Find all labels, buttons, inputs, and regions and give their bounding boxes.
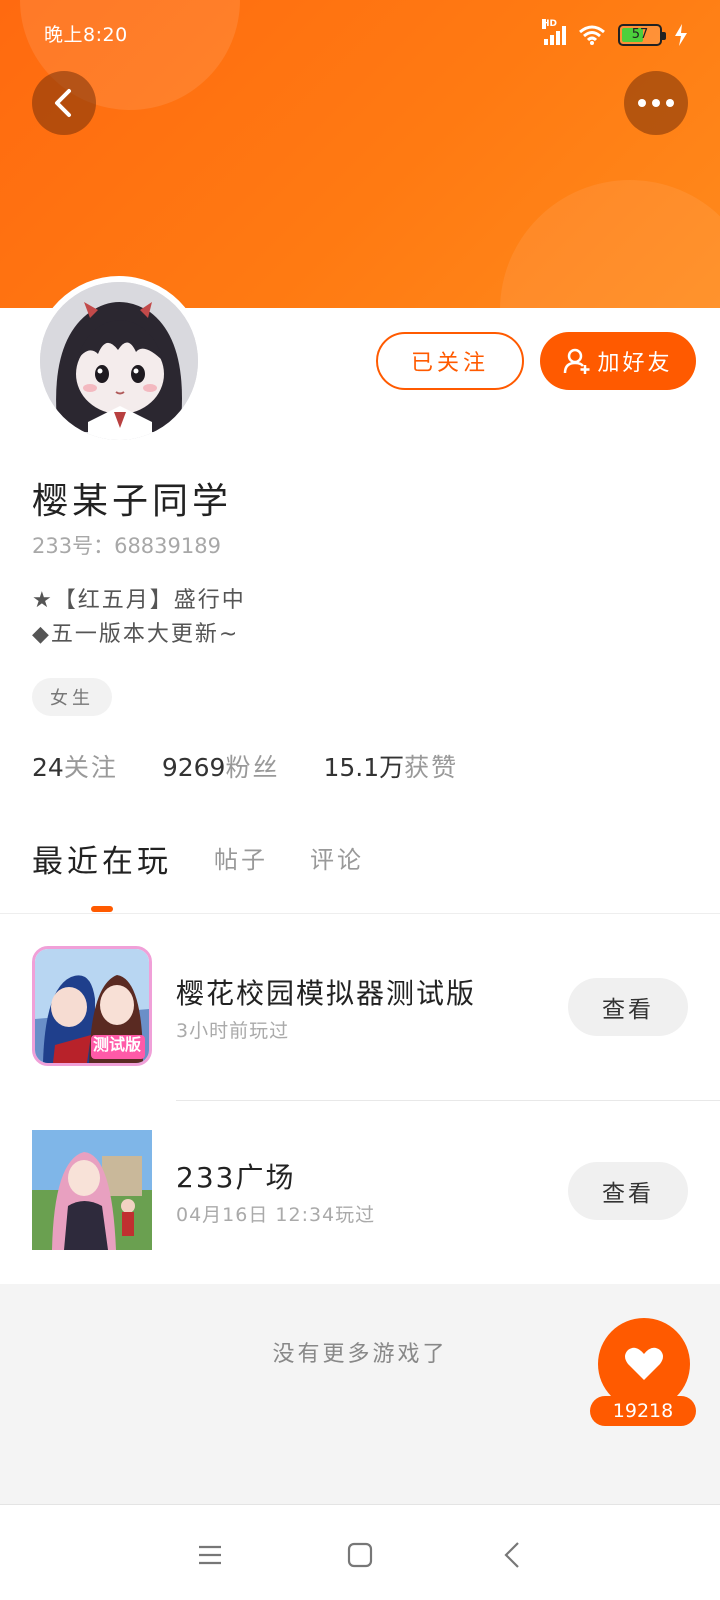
game-last-played: 04月16日 12:34玩过 bbox=[176, 1204, 376, 1226]
network-type: HD bbox=[542, 19, 558, 29]
signal-icon: HD bbox=[542, 19, 566, 45]
system-nav-bar bbox=[0, 1504, 720, 1600]
stat-fans[interactable]: 9269粉丝 bbox=[162, 748, 280, 784]
like-count: 19218 bbox=[590, 1396, 696, 1426]
add-friend-label: 加好友 bbox=[597, 351, 673, 376]
profile-tabs: 最近在玩 帖子 评论 bbox=[0, 840, 720, 914]
battery-level: 57 bbox=[631, 27, 649, 42]
game-title: 樱花校园模拟器测试版 bbox=[176, 977, 477, 1010]
status-bar: 晚上8:20 HD 57 bbox=[0, 0, 720, 66]
tab-posts[interactable]: 帖子 bbox=[214, 840, 268, 875]
game-badge: 测试版 bbox=[92, 1035, 141, 1054]
stat-number: 24 bbox=[32, 753, 64, 782]
game-icon bbox=[32, 1130, 152, 1250]
avatar-image bbox=[40, 282, 198, 440]
profile-bio: ★【红五月】盛行中 ◆五一版本大更新~ bbox=[32, 584, 246, 652]
home-button[interactable] bbox=[340, 1535, 380, 1575]
menu-icon bbox=[199, 1545, 221, 1565]
banner-decoration bbox=[500, 180, 720, 308]
profile-uid[interactable]: 233号：68839189 bbox=[32, 530, 221, 560]
stat-following[interactable]: 24关注 bbox=[32, 748, 118, 784]
menu-button[interactable] bbox=[190, 1535, 230, 1575]
status-time: 晚上8:20 bbox=[44, 24, 128, 46]
tab-comments[interactable]: 评论 bbox=[310, 840, 364, 875]
view-game-button[interactable]: 查看 bbox=[568, 978, 688, 1036]
profile-stats: 24关注 9269粉丝 15.1万获赞 bbox=[32, 748, 458, 784]
more-horizontal-icon bbox=[638, 99, 674, 107]
tab-indicator bbox=[91, 906, 113, 912]
battery-icon: 57 bbox=[618, 24, 666, 46]
game-last-played: 3小时前玩过 bbox=[176, 1020, 290, 1042]
back-triangle-icon bbox=[504, 1542, 519, 1568]
chevron-left-icon bbox=[55, 89, 71, 117]
add-friend-button[interactable]: 加好友 bbox=[540, 332, 696, 390]
game-title: 233广场 bbox=[176, 1161, 296, 1194]
home-square-icon bbox=[347, 1542, 373, 1568]
charging-icon bbox=[675, 24, 687, 46]
wifi-icon bbox=[579, 25, 605, 45]
gender-tag: 女生 bbox=[32, 678, 112, 716]
game-list-item[interactable]: 测试版 樱花校园模拟器测试版 3小时前玩过 查看 bbox=[0, 916, 720, 1101]
profile-nickname: 樱某子同学 bbox=[32, 481, 233, 522]
more-button[interactable] bbox=[624, 71, 688, 135]
avatar[interactable] bbox=[34, 276, 204, 446]
stat-label: 关注 bbox=[63, 753, 118, 782]
view-game-button[interactable]: 查看 bbox=[568, 1162, 688, 1220]
game-icon: 测试版 bbox=[32, 946, 152, 1066]
bio-line: ◆五一版本大更新~ bbox=[32, 622, 240, 647]
followed-button[interactable]: 已关注 bbox=[376, 332, 524, 390]
back-button[interactable] bbox=[32, 71, 96, 135]
status-icons: HD 57 bbox=[542, 19, 688, 48]
add-user-icon bbox=[564, 348, 590, 374]
system-back-button[interactable] bbox=[492, 1535, 532, 1575]
tab-recent-games[interactable]: 最近在玩 bbox=[32, 836, 172, 881]
stat-likes[interactable]: 15.1万获赞 bbox=[323, 748, 458, 784]
heart-icon bbox=[625, 1347, 663, 1380]
game-list-item[interactable]: 233广场 04月16日 12:34玩过 查看 bbox=[0, 1100, 720, 1284]
stat-label: 粉丝 bbox=[225, 753, 280, 782]
stat-label: 获赞 bbox=[404, 753, 459, 782]
stat-number: 15.1万 bbox=[323, 753, 405, 782]
stat-number: 9269 bbox=[161, 753, 226, 782]
bio-line: ★【红五月】盛行中 bbox=[32, 588, 246, 613]
